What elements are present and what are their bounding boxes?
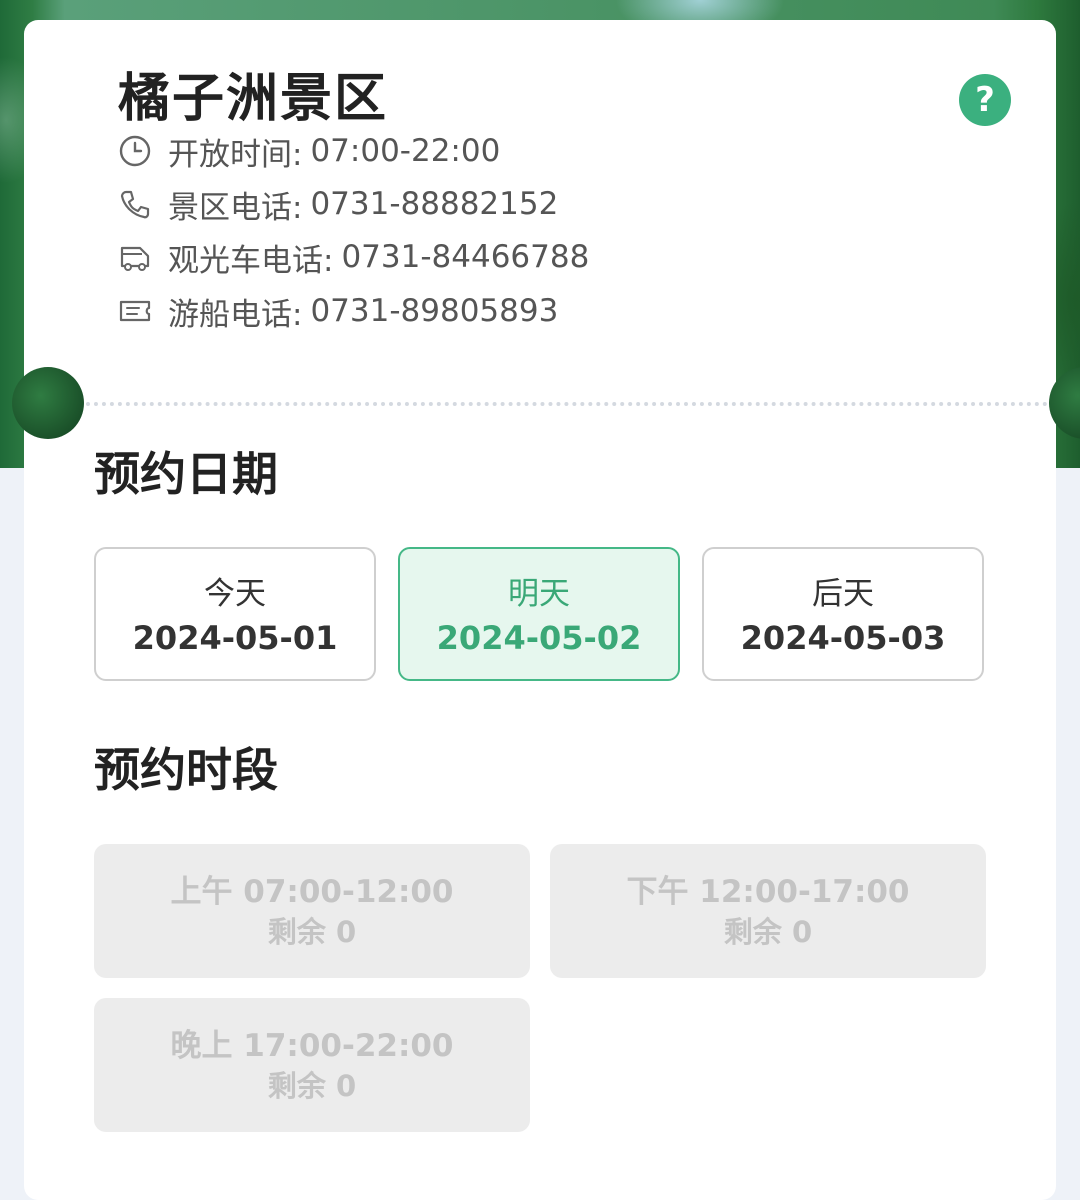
scenic-phone-row[interactable]: 景区电话: 0731-88882152 xyxy=(118,184,559,226)
ticket-notch-right xyxy=(1049,367,1080,439)
date-option-day-after[interactable]: 后天 2024-05-03 xyxy=(702,547,984,681)
date-section-title: 预约日期 xyxy=(94,447,278,501)
shuttle-phone-row[interactable]: 观光车电话: 0731-84466788 xyxy=(118,237,590,279)
info-value: 0731-84466788 xyxy=(341,239,590,275)
info-label: 观光车电话: xyxy=(168,242,334,279)
date-option-date: 2024-05-02 xyxy=(436,619,642,657)
time-slot-remaining: 剩余 0 xyxy=(723,915,813,949)
info-value: 07:00-22:00 xyxy=(310,133,501,169)
ticket-notch-left xyxy=(12,367,84,439)
boat-ticket-icon xyxy=(118,294,152,328)
time-slot-remaining: 剩余 0 xyxy=(267,915,357,949)
boat-phone-row[interactable]: 游船电话: 0731-89805893 xyxy=(118,291,559,333)
shuttle-bus-icon xyxy=(118,240,152,274)
ticket-divider xyxy=(86,402,1048,406)
time-slot-morning[interactable]: 上午 07:00-12:00 剩余 0 xyxy=(94,844,530,978)
date-option-today[interactable]: 今天 2024-05-01 xyxy=(94,547,376,681)
date-option-tomorrow[interactable]: 明天 2024-05-02 xyxy=(398,547,680,681)
info-label: 游船电话: xyxy=(168,296,303,333)
time-slot-remaining: 剩余 0 xyxy=(267,1069,357,1103)
info-label: 开放时间: xyxy=(168,136,303,173)
clock-icon xyxy=(118,134,152,168)
date-option-label: 今天 xyxy=(204,576,266,612)
scenic-title: 橘子洲景区 xyxy=(118,69,389,129)
time-slot-label: 下午 12:00-17:00 xyxy=(626,874,910,910)
time-slot-label: 上午 07:00-12:00 xyxy=(170,874,454,910)
date-option-date: 2024-05-03 xyxy=(740,619,946,657)
time-slot-evening[interactable]: 晚上 17:00-22:00 剩余 0 xyxy=(94,998,530,1132)
opening-hours-row: 开放时间: 07:00-22:00 xyxy=(118,131,501,173)
info-label: 景区电话: xyxy=(168,189,303,226)
time-slot-afternoon[interactable]: 下午 12:00-17:00 剩余 0 xyxy=(550,844,986,978)
phone-icon xyxy=(118,187,152,221)
info-value: 0731-89805893 xyxy=(310,293,559,329)
info-value: 0731-88882152 xyxy=(310,186,559,222)
time-section-title: 预约时段 xyxy=(94,743,278,797)
date-option-label: 后天 xyxy=(812,576,874,612)
date-option-label: 明天 xyxy=(508,576,570,612)
help-icon[interactable]: ? xyxy=(959,74,1011,126)
date-option-date: 2024-05-01 xyxy=(132,619,338,657)
time-slot-label: 晚上 17:00-22:00 xyxy=(170,1028,454,1064)
